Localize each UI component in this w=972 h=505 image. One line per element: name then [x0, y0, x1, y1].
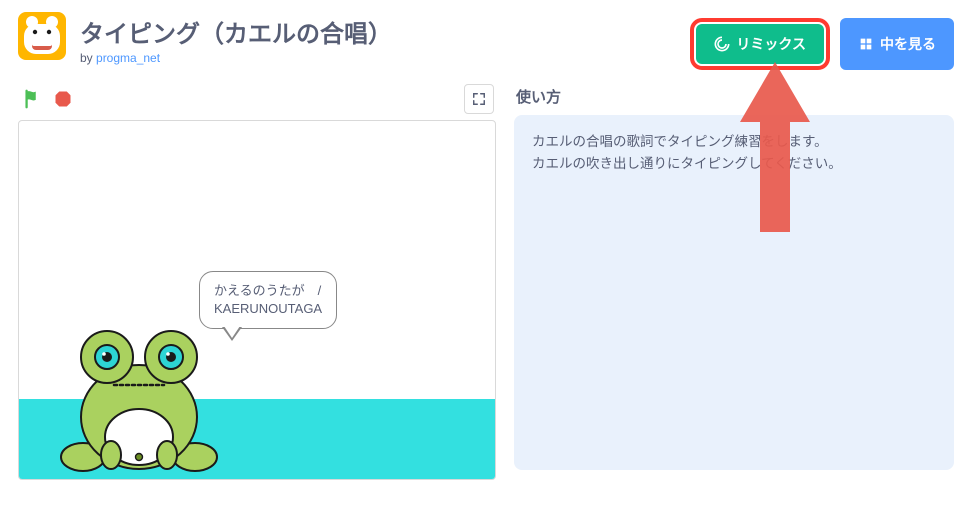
- byline: by progma_net: [80, 51, 690, 65]
- speech-line-1: かえるのうたが /: [214, 282, 322, 300]
- see-inside-button[interactable]: 中を見る: [840, 18, 954, 70]
- instructions-box: カエルの合唱の歌詞でタイピング練習をします。 カエルの吹き出し通りにタイピングし…: [514, 115, 954, 470]
- speech-line-2: KAERUNOUTAGA: [214, 300, 322, 318]
- instructions-line-1: カエルの合唱の歌詞でタイピング練習をします。: [532, 131, 936, 153]
- instructions-line-2: カエルの吹き出し通りにタイピングしてください。: [532, 153, 936, 175]
- remix-label: リミックス: [736, 34, 806, 54]
- author-link[interactable]: progma_net: [96, 51, 160, 65]
- instructions-heading: 使い方: [514, 78, 954, 115]
- stage[interactable]: かえるのうたが / KAERUNOUTAGA: [18, 120, 496, 480]
- fullscreen-icon: [472, 92, 486, 106]
- remix-highlight-annotation: リミックス: [690, 18, 830, 70]
- project-thumbnail: [18, 12, 66, 60]
- see-inside-label: 中を見る: [880, 34, 936, 54]
- green-flag-button[interactable]: [20, 86, 46, 112]
- green-flag-icon: [22, 88, 44, 110]
- frog-sprite: [59, 307, 219, 477]
- stop-icon: [54, 90, 72, 108]
- fullscreen-button[interactable]: [464, 84, 494, 114]
- speech-bubble: かえるのうたが / KAERUNOUTAGA: [199, 271, 337, 329]
- project-title: タイピング（カエルの合唱）: [80, 14, 690, 49]
- remix-icon: [714, 36, 730, 52]
- stop-button[interactable]: [52, 88, 74, 110]
- see-inside-icon: [858, 36, 874, 52]
- remix-button[interactable]: リミックス: [696, 24, 824, 64]
